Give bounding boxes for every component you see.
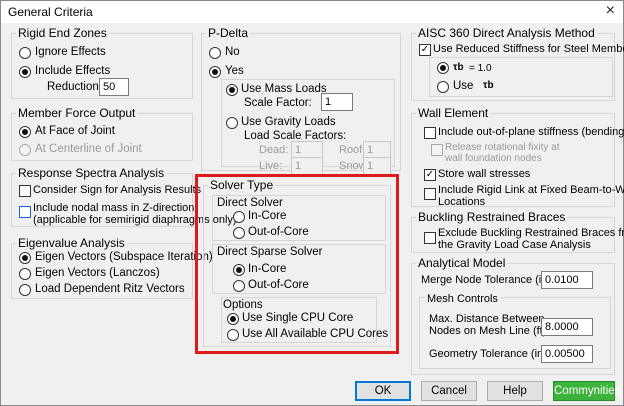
direct-outcore-label: Out-of-Core: [248, 226, 309, 238]
sparse-solver-title: Direct Sparse Solver: [217, 246, 323, 258]
lanczos-radio[interactable]: [19, 268, 31, 280]
ritz-radio[interactable]: [19, 284, 31, 296]
close-icon[interactable]: ×: [606, 2, 615, 20]
centerline-of-joint-label: At Centerline of Joint: [35, 143, 142, 155]
live-input[interactable]: 1: [291, 157, 323, 175]
cpu-options-title: Options: [223, 299, 263, 311]
eigenvalue-title: Eigenvalue Analysis: [16, 236, 127, 250]
title-bar: General Criteria ×: [1, 1, 623, 23]
out-of-plane-label: Include out-of-plane stiffness (bending): [438, 126, 624, 138]
ritz-label: Load Dependent Ritz Vectors: [35, 283, 185, 295]
store-stress-checkbox[interactable]: [424, 169, 436, 181]
geometry-tolerance-label: Geometry Tolerance (in) :: [429, 348, 553, 360]
sparse-outcore-label: Out-of-Core: [248, 279, 309, 291]
rigid-link-line2: Locations: [438, 196, 486, 208]
live-label: Live:: [259, 160, 283, 172]
max-distance-line1: Max. Distance Between: [429, 313, 545, 325]
wall-element-title: Wall Element: [416, 106, 491, 120]
include-effects-label: Include Effects: [35, 65, 111, 77]
release-fixity-line1: Release rotational fixity at: [445, 142, 560, 153]
solver-type-title: Solver Type: [208, 178, 276, 192]
exclude-brb-checkbox[interactable]: [424, 232, 436, 244]
pdelta-no-label: No: [225, 46, 240, 58]
direct-incore-radio[interactable]: [233, 211, 245, 223]
ok-button[interactable]: OK: [355, 381, 411, 401]
rigid-link-line1: Include Rigid Link at Fixed Beam-to-Wall: [438, 184, 624, 196]
scale-factor-input[interactable]: 1: [321, 93, 353, 111]
tau-b-use-icon: τb: [483, 80, 494, 91]
commynities-button[interactable]: Commynities...: [553, 381, 624, 401]
direct-solver-title: Direct Solver: [217, 197, 283, 209]
exclude-brb-line2: the Gravity Load Case Analysis: [438, 239, 591, 251]
buckling-title: Buckling Restrained Braces: [416, 210, 568, 224]
analytical-model-title: Analytical Model: [416, 256, 508, 270]
exclude-brb-line1: Exclude Buckling Restrained Braces from: [438, 227, 624, 239]
help-button[interactable]: Help: [487, 381, 543, 401]
single-cpu-label: Use Single CPU Core: [242, 312, 354, 324]
general-criteria-dialog: General Criteria × Rigid End Zones Ignor…: [0, 0, 624, 406]
gravity-loads-label: Use Gravity Loads: [241, 116, 336, 128]
tau-use-radio[interactable]: [437, 81, 449, 93]
tau-b-icon: τb: [453, 62, 464, 73]
geometry-tolerance-input[interactable]: 0.00500: [541, 345, 593, 363]
direct-incore-label: In-Core: [248, 210, 287, 222]
subspace-radio[interactable]: [19, 252, 31, 264]
rigid-end-zones-title: Rigid End Zones: [16, 26, 109, 40]
sparse-outcore-radio[interactable]: [233, 280, 245, 292]
single-cpu-radio[interactable]: [227, 313, 239, 325]
mesh-controls-title: Mesh Controls: [425, 293, 500, 305]
reduction-input[interactable]: 50: [99, 78, 129, 96]
nodal-mass-checkbox[interactable]: [19, 206, 31, 218]
pdelta-title: P-Delta: [206, 26, 251, 40]
face-of-joint-radio[interactable]: [19, 126, 31, 138]
snow-input[interactable]: 1: [363, 157, 391, 175]
lanczos-label: Eigen Vectors (Lanczos): [35, 267, 160, 279]
gravity-loads-radio[interactable]: [226, 117, 238, 129]
sparse-incore-radio[interactable]: [233, 264, 245, 276]
subspace-label: Eigen Vectors (Subspace Iteration): [35, 251, 213, 263]
sparse-incore-label: In-Core: [248, 263, 287, 275]
release-fixity-checkbox[interactable]: [431, 144, 443, 156]
ignore-effects-label: Ignore Effects: [35, 46, 106, 58]
merge-tolerance-input[interactable]: 0.0100: [541, 271, 593, 289]
max-distance-input[interactable]: 8.0000: [541, 318, 593, 336]
pdelta-yes-label: Yes: [225, 65, 244, 77]
scale-factor-label: Scale Factor:: [244, 97, 312, 109]
out-of-plane-checkbox[interactable]: [424, 127, 436, 139]
window-title: General Criteria: [8, 5, 93, 19]
rigid-link-checkbox[interactable]: [424, 188, 436, 200]
max-distance-line2: Nodes on Mesh Line (ft):: [429, 325, 550, 337]
include-effects-radio[interactable]: [19, 66, 31, 78]
pdelta-no-radio[interactable]: [209, 47, 221, 59]
consider-sign-checkbox[interactable]: [19, 185, 31, 197]
dead-label: Dead:: [259, 144, 289, 156]
response-spectra-title: Response Spectra Analysis: [16, 166, 167, 180]
direct-outcore-radio[interactable]: [233, 227, 245, 239]
store-stress-label: Store wall stresses: [438, 168, 531, 180]
ignore-effects-radio[interactable]: [19, 47, 31, 59]
tau-fixed-radio[interactable]: [437, 62, 449, 74]
cancel-button[interactable]: Cancel: [421, 381, 477, 401]
tau-equals-label: = 1.0: [469, 63, 492, 74]
consider-sign-label: Consider Sign for Analysis Results: [33, 184, 202, 196]
release-fixity-line2: wall foundation nodes: [445, 153, 542, 164]
mass-loads-label: Use Mass Loads: [241, 83, 327, 95]
reduced-stiffness-label: Use Reduced Stiffness for Steel Members: [433, 43, 624, 55]
face-of-joint-label: At Face of Joint: [35, 125, 115, 137]
centerline-of-joint-radio[interactable]: [19, 144, 31, 156]
pdelta-yes-radio[interactable]: [209, 66, 221, 78]
reduced-stiffness-checkbox[interactable]: [419, 44, 431, 56]
member-force-output-title: Member Force Output: [16, 106, 138, 120]
nodal-mass-label-line1: Include nodal mass in Z-direction: [33, 202, 195, 214]
all-cpu-label: Use All Available CPU Cores: [242, 328, 389, 340]
all-cpu-radio[interactable]: [227, 329, 239, 341]
mass-loads-radio[interactable]: [226, 84, 238, 96]
aisc-title: AISC 360 Direct Analysis Method: [416, 26, 597, 40]
tau-use-label: Use: [453, 80, 474, 92]
roof-label: Roof:: [339, 144, 366, 156]
merge-tolerance-label: Merge Node Tolerance (in):: [421, 274, 555, 286]
